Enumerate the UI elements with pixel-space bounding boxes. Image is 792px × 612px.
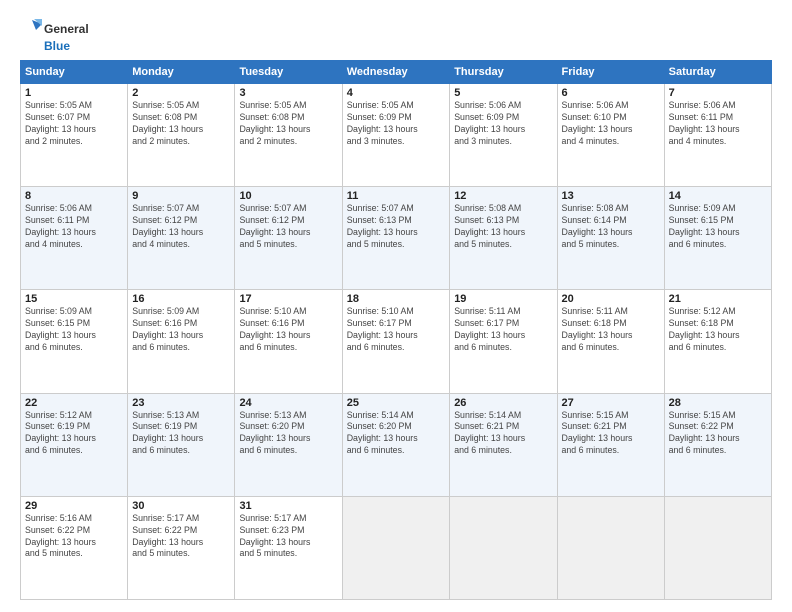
- table-row: 26Sunrise: 5:14 AMSunset: 6:21 PMDayligh…: [450, 393, 557, 496]
- calendar-week-3: 22Sunrise: 5:12 AMSunset: 6:19 PMDayligh…: [21, 393, 772, 496]
- table-row: 31Sunrise: 5:17 AMSunset: 6:23 PMDayligh…: [235, 496, 342, 599]
- table-row: 28Sunrise: 5:15 AMSunset: 6:22 PMDayligh…: [664, 393, 771, 496]
- col-header-friday: Friday: [557, 61, 664, 84]
- table-row: 2Sunrise: 5:05 AMSunset: 6:08 PMDaylight…: [128, 84, 235, 187]
- table-row: 4Sunrise: 5:05 AMSunset: 6:09 PMDaylight…: [342, 84, 449, 187]
- table-row: 5Sunrise: 5:06 AMSunset: 6:09 PMDaylight…: [450, 84, 557, 187]
- calendar-week-1: 8Sunrise: 5:06 AMSunset: 6:11 PMDaylight…: [21, 187, 772, 290]
- table-row: 23Sunrise: 5:13 AMSunset: 6:19 PMDayligh…: [128, 393, 235, 496]
- table-row: 6Sunrise: 5:06 AMSunset: 6:10 PMDaylight…: [557, 84, 664, 187]
- table-row: 9Sunrise: 5:07 AMSunset: 6:12 PMDaylight…: [128, 187, 235, 290]
- table-row: 22Sunrise: 5:12 AMSunset: 6:19 PMDayligh…: [21, 393, 128, 496]
- table-row: [342, 496, 449, 599]
- calendar-week-0: 1Sunrise: 5:05 AMSunset: 6:07 PMDaylight…: [21, 84, 772, 187]
- logo-text-block: General Blue: [20, 18, 89, 52]
- table-row: 14Sunrise: 5:09 AMSunset: 6:15 PMDayligh…: [664, 187, 771, 290]
- col-header-saturday: Saturday: [664, 61, 771, 84]
- table-row: [450, 496, 557, 599]
- table-row: 15Sunrise: 5:09 AMSunset: 6:15 PMDayligh…: [21, 290, 128, 393]
- table-row: 16Sunrise: 5:09 AMSunset: 6:16 PMDayligh…: [128, 290, 235, 393]
- table-row: 12Sunrise: 5:08 AMSunset: 6:13 PMDayligh…: [450, 187, 557, 290]
- calendar-table: SundayMondayTuesdayWednesdayThursdayFrid…: [20, 60, 772, 600]
- table-row: 11Sunrise: 5:07 AMSunset: 6:13 PMDayligh…: [342, 187, 449, 290]
- table-row: 29Sunrise: 5:16 AMSunset: 6:22 PMDayligh…: [21, 496, 128, 599]
- table-row: 1Sunrise: 5:05 AMSunset: 6:07 PMDaylight…: [21, 84, 128, 187]
- header: General Blue: [20, 18, 772, 52]
- logo-blue: Blue: [44, 40, 70, 52]
- logo-general: General: [44, 23, 89, 35]
- table-row: 24Sunrise: 5:13 AMSunset: 6:20 PMDayligh…: [235, 393, 342, 496]
- table-row: 27Sunrise: 5:15 AMSunset: 6:21 PMDayligh…: [557, 393, 664, 496]
- calendar-week-2: 15Sunrise: 5:09 AMSunset: 6:15 PMDayligh…: [21, 290, 772, 393]
- col-header-wednesday: Wednesday: [342, 61, 449, 84]
- table-row: 25Sunrise: 5:14 AMSunset: 6:20 PMDayligh…: [342, 393, 449, 496]
- page: General Blue SundayMondayTuesdayWednesda…: [0, 0, 792, 612]
- table-row: 10Sunrise: 5:07 AMSunset: 6:12 PMDayligh…: [235, 187, 342, 290]
- col-header-tuesday: Tuesday: [235, 61, 342, 84]
- table-row: [664, 496, 771, 599]
- table-row: 3Sunrise: 5:05 AMSunset: 6:08 PMDaylight…: [235, 84, 342, 187]
- table-row: [557, 496, 664, 599]
- calendar-header-row: SundayMondayTuesdayWednesdayThursdayFrid…: [21, 61, 772, 84]
- table-row: 21Sunrise: 5:12 AMSunset: 6:18 PMDayligh…: [664, 290, 771, 393]
- col-header-thursday: Thursday: [450, 61, 557, 84]
- logo-bird-icon: [20, 18, 42, 40]
- table-row: 7Sunrise: 5:06 AMSunset: 6:11 PMDaylight…: [664, 84, 771, 187]
- calendar-week-4: 29Sunrise: 5:16 AMSunset: 6:22 PMDayligh…: [21, 496, 772, 599]
- table-row: 19Sunrise: 5:11 AMSunset: 6:17 PMDayligh…: [450, 290, 557, 393]
- table-row: 20Sunrise: 5:11 AMSunset: 6:18 PMDayligh…: [557, 290, 664, 393]
- col-header-sunday: Sunday: [21, 61, 128, 84]
- table-row: 17Sunrise: 5:10 AMSunset: 6:16 PMDayligh…: [235, 290, 342, 393]
- logo: General Blue: [20, 18, 89, 52]
- table-row: 13Sunrise: 5:08 AMSunset: 6:14 PMDayligh…: [557, 187, 664, 290]
- table-row: 18Sunrise: 5:10 AMSunset: 6:17 PMDayligh…: [342, 290, 449, 393]
- table-row: 8Sunrise: 5:06 AMSunset: 6:11 PMDaylight…: [21, 187, 128, 290]
- col-header-monday: Monday: [128, 61, 235, 84]
- table-row: 30Sunrise: 5:17 AMSunset: 6:22 PMDayligh…: [128, 496, 235, 599]
